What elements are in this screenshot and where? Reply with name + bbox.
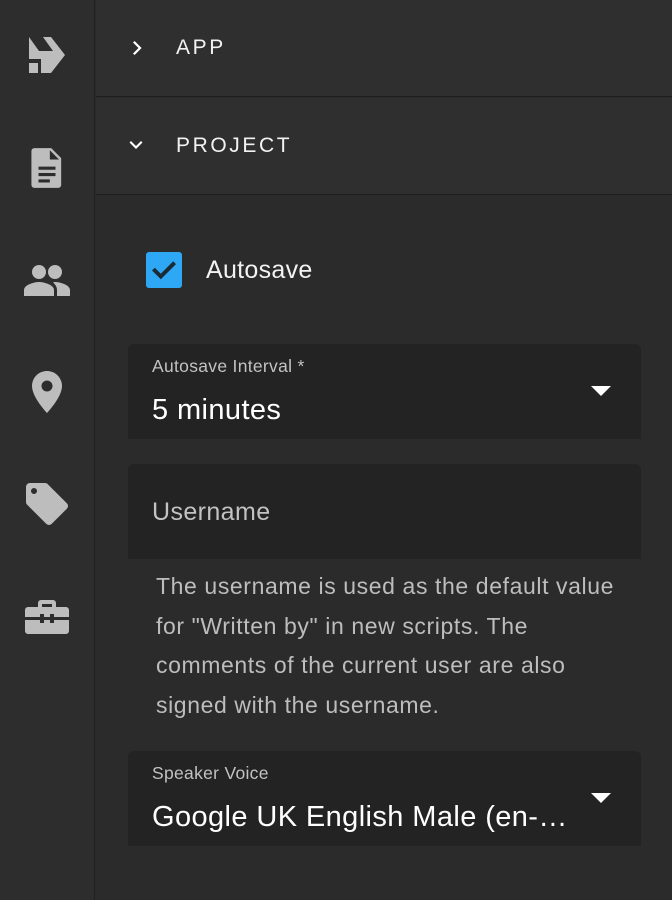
- field-label: Speaker Voice: [152, 763, 269, 783]
- autosave-row: Autosave: [146, 252, 313, 288]
- autosave-checkbox[interactable]: [146, 252, 182, 288]
- people-icon[interactable]: [23, 256, 71, 304]
- panel-header-app[interactable]: APP: [96, 0, 672, 97]
- username-field[interactable]: [128, 464, 641, 559]
- panel-header-project[interactable]: PROJECT: [96, 98, 672, 195]
- panel-title: PROJECT: [176, 134, 293, 157]
- chevron-right-icon: [126, 38, 146, 58]
- logo-icon[interactable]: [23, 31, 71, 79]
- document-icon[interactable]: [23, 144, 71, 192]
- username-input[interactable]: [152, 492, 617, 532]
- panel-title: APP: [176, 36, 226, 59]
- dropdown-arrow-icon[interactable]: [591, 386, 611, 396]
- dropdown-arrow-icon[interactable]: [591, 793, 611, 803]
- chevron-down-icon: [126, 136, 146, 156]
- checkmark-icon: [152, 261, 176, 280]
- sidebar: [0, 0, 95, 900]
- field-value: Google UK English Male (en-GB): [152, 801, 572, 833]
- speaker-voice-select[interactable]: Speaker Voice Google UK English Male (en…: [128, 751, 641, 846]
- field-label: Autosave Interval *: [152, 356, 305, 376]
- username-hint: The username is used as the default valu…: [156, 573, 615, 718]
- toolbox-icon[interactable]: [23, 593, 71, 641]
- settings-main: APP PROJECT Autosave Autosave Interval *…: [96, 0, 672, 900]
- autosave-interval-select[interactable]: Autosave Interval * 5 minutes: [128, 344, 641, 439]
- location-pin-icon[interactable]: [23, 368, 71, 416]
- field-value: 5 minutes: [152, 394, 282, 426]
- settings-window: APP PROJECT Autosave Autosave Interval *…: [0, 0, 672, 900]
- tag-icon[interactable]: [23, 480, 71, 528]
- autosave-label: Autosave: [206, 255, 313, 284]
